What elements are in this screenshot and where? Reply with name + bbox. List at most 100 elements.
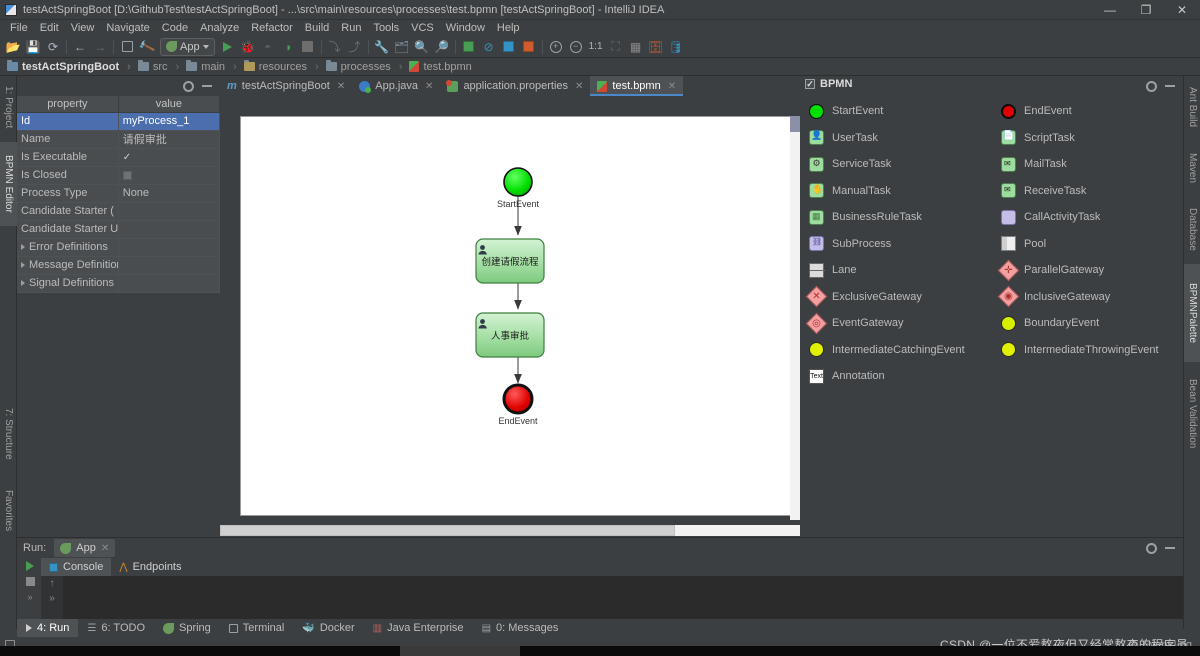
settings-wrench-icon[interactable]: 🔧 <box>372 37 392 57</box>
actual-size-icon[interactable]: 1:1 <box>586 37 606 57</box>
step-into-icon[interactable]: ⤴ <box>345 37 365 57</box>
property-value[interactable] <box>118 220 221 239</box>
diagram-node-end-event[interactable]: EndEvent <box>498 383 538 426</box>
diagram-node-start-event[interactable]: StartEvent <box>497 167 540 209</box>
table-row[interactable]: Is Closed <box>17 166 221 185</box>
close-icon[interactable]: ✕ <box>101 543 109 554</box>
sidebar-item-structure[interactable]: 7: Structure <box>0 394 17 474</box>
palette-item-startevent[interactable]: StartEvent <box>800 98 992 125</box>
search-structure-icon[interactable]: 🔎 <box>432 37 452 57</box>
menu-item-vcs[interactable]: VCS <box>405 20 440 36</box>
tab-console[interactable]: Console <box>41 558 112 576</box>
palette-item-annotation[interactable]: Text Annotation <box>800 363 992 390</box>
bottom-tab-terminal[interactable]: Terminal <box>220 619 294 637</box>
menu-item-navigate[interactable]: Navigate <box>100 20 155 36</box>
menu-item-run[interactable]: Run <box>335 20 367 36</box>
sidebar-item-favorites[interactable]: Favorites <box>0 478 17 544</box>
bpmn-diagram[interactable]: StartEvent 创建请假流程 人事审批 EndEvent <box>241 117 799 515</box>
zoom-out-icon[interactable]: − <box>566 37 586 57</box>
debug-icon[interactable]: 🐞 <box>238 37 258 57</box>
database-icon[interactable]: 🛢 <box>666 37 686 57</box>
menu-item-code[interactable]: Code <box>156 20 194 36</box>
expand-icon[interactable]: » <box>27 592 32 602</box>
palette-item-eventgateway[interactable]: ◎ EventGateway <box>800 310 992 337</box>
palette-checkbox[interactable]: ✓ <box>805 79 815 89</box>
bottom-tab-java-enterprise[interactable]: ▥ Java Enterprise <box>364 619 473 637</box>
stop-icon[interactable] <box>298 37 318 57</box>
settings-gear-icon[interactable] <box>1146 542 1157 554</box>
palette-item-mailtask[interactable]: ✉ MailTask <box>992 151 1184 178</box>
minimize-icon[interactable] <box>1165 547 1175 549</box>
rerun-icon[interactable] <box>26 561 34 571</box>
stop-icon[interactable] <box>25 577 35 586</box>
soft-wrap-icon[interactable]: » <box>49 594 55 604</box>
table-row[interactable]: Message Definition <box>17 256 221 275</box>
menu-item-view[interactable]: View <box>65 20 101 36</box>
bpmn-canvas[interactable]: StartEvent 创建请假流程 人事审批 EndEvent <box>240 116 800 516</box>
minimize-icon[interactable] <box>1165 85 1175 87</box>
minimize-icon[interactable] <box>202 85 212 87</box>
palette-item-scripttask[interactable]: 📄 ScriptTask <box>992 125 1184 152</box>
tab-test-bpmn[interactable]: test.bpmn ✕ <box>590 76 684 96</box>
palette-item-lane[interactable]: Lane <box>800 257 992 284</box>
palette-item-parallelgateway[interactable]: ✛ ParallelGateway <box>992 257 1184 284</box>
no-entry-icon[interactable]: ⊘ <box>479 37 499 57</box>
table-row[interactable]: Name 请假审批 <box>17 130 221 149</box>
breadcrumb-item-file[interactable]: test.bpmn <box>407 61 476 73</box>
tab-app-java[interactable]: App.java ✕ <box>352 76 440 96</box>
sidebar-item-bean-validation[interactable]: Bean Validation <box>1184 368 1200 460</box>
bottom-tab-todo[interactable]: ☰ 6: TODO <box>78 619 154 637</box>
table-row[interactable]: Error Definitions <box>17 238 221 257</box>
settings-gear-icon[interactable] <box>1146 80 1157 92</box>
open-folder-icon[interactable]: 📂 <box>3 37 23 57</box>
bottom-tab-run[interactable]: 4: Run <box>17 619 79 637</box>
scrollbar-thumb[interactable] <box>220 525 675 536</box>
menu-item-tools[interactable]: Tools <box>367 20 405 36</box>
breadcrumb-item-module[interactable]: testActSpringBoot › <box>5 60 136 73</box>
taskbar-item[interactable] <box>400 646 520 656</box>
powerpoint-orange-icon[interactable] <box>519 37 539 57</box>
breadcrumb-item-main[interactable]: main › <box>184 60 242 73</box>
run-icon[interactable] <box>218 37 238 57</box>
minimize-window-button[interactable]: — <box>1092 0 1128 20</box>
run-with-coverage-icon[interactable]: ◓ <box>258 37 278 57</box>
settings-gear-icon[interactable] <box>183 80 194 92</box>
menu-item-refactor[interactable]: Refactor <box>245 20 299 36</box>
bottom-tab-messages[interactable]: ▤ 0: Messages <box>473 619 568 637</box>
close-icon[interactable]: ✕ <box>337 81 345 92</box>
menu-item-file[interactable]: File <box>4 20 34 36</box>
deploy-icon[interactable]: 🗄 <box>646 37 666 57</box>
table-row[interactable]: Candidate Starter ( <box>17 202 221 221</box>
property-value[interactable] <box>118 238 221 257</box>
palette-item-businessruletask[interactable]: ▦ BusinessRuleTask <box>800 204 992 231</box>
table-row[interactable]: Signal Definitions <box>17 274 221 293</box>
project-structure-icon[interactable]: 🗂 <box>392 37 412 57</box>
menu-item-help[interactable]: Help <box>491 20 526 36</box>
table-row[interactable]: Process Type None <box>17 184 221 203</box>
profile-icon[interactable]: ◑ <box>278 37 298 57</box>
breadcrumb-item-resources[interactable]: resources › <box>242 60 324 73</box>
property-name-expandable[interactable]: Signal Definitions <box>17 274 119 293</box>
palette-item-inclusivegateway[interactable]: ◉ InclusiveGateway <box>992 284 1184 311</box>
property-value[interactable]: 请假审批 <box>118 130 221 149</box>
canvas-horizontal-scrollbar[interactable] <box>220 525 800 536</box>
step-over-icon[interactable]: ⤵ <box>325 37 345 57</box>
save-all-icon[interactable]: 💾 <box>23 37 43 57</box>
tab-application-properties[interactable]: application.properties ✕ <box>440 76 590 96</box>
sidebar-item-maven[interactable]: Maven <box>1184 142 1200 194</box>
tab-endpoints[interactable]: ⋀ Endpoints <box>111 558 189 576</box>
run-config-tab[interactable]: App ✕ <box>54 539 116 557</box>
sidebar-item-project[interactable]: 1: Project <box>0 76 17 138</box>
close-icon[interactable]: ✕ <box>668 81 676 92</box>
maximize-window-button[interactable]: ❐ <box>1128 0 1164 20</box>
menu-item-build[interactable]: Build <box>299 20 335 36</box>
close-icon[interactable]: ✕ <box>575 81 583 92</box>
forward-arrow-icon[interactable]: → <box>90 37 110 57</box>
breadcrumb-item-src[interactable]: src › <box>136 60 184 73</box>
palette-item-intermediatecatchingevent[interactable]: IntermediateCatchingEvent <box>800 337 992 364</box>
palette-item-intermediatethrowingevent[interactable]: IntermediateThrowingEvent <box>992 337 1184 364</box>
back-arrow-icon[interactable]: ← <box>70 37 90 57</box>
property-value-checkbox[interactable] <box>118 166 221 185</box>
scroll-up-icon[interactable]: ↑ <box>50 579 55 589</box>
menu-item-analyze[interactable]: Analyze <box>194 20 245 36</box>
